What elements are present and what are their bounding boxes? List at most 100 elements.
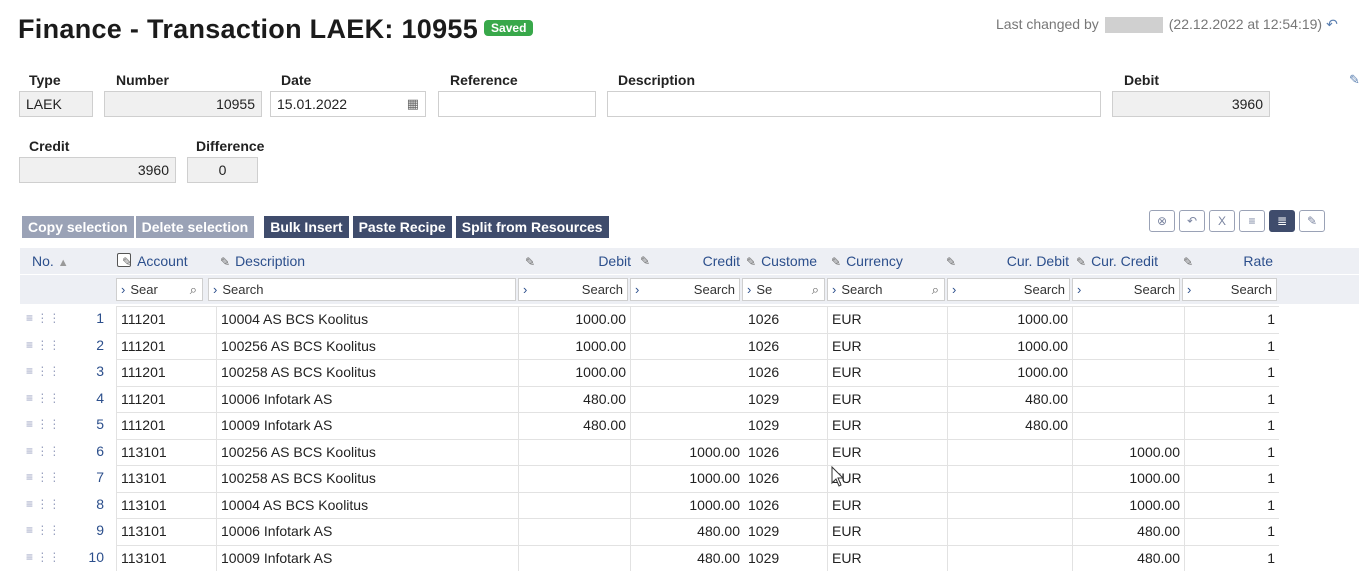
cell-cur-credit[interactable] [1072,412,1184,439]
row-number[interactable]: 7 [78,465,104,490]
cell-cur-credit[interactable]: 1000.00 [1072,491,1184,518]
column-wrench-icon[interactable]: ✎ [122,255,132,269]
row-drag-handle-icon[interactable]: ≡ ⋮⋮ [26,306,60,331]
table-row[interactable]: ≡ ⋮⋮ 3 111201 100258 AS BCS Koolitus 1000.00… [20,359,1359,386]
table-row[interactable]: ≡ ⋮⋮ 5 111201 10009 Infotark AS 480.00 1029 EU… [20,412,1359,439]
cell-description[interactable]: 100256 AS BCS Koolitus [216,332,518,359]
header-cur-debit[interactable]: ✎ Cur. Debit [946,248,1071,274]
cell-cur-debit[interactable]: 1000.00 [947,359,1072,386]
cell-rate[interactable]: 1 [1184,412,1279,439]
cell-credit[interactable]: 1000.00 [630,438,744,465]
cell-rate[interactable]: 1 [1184,544,1279,571]
column-wrench-icon[interactable]: ✎ [946,255,956,269]
cell-description[interactable]: 10004 AS BCS Koolitus [216,306,518,333]
cell-debit[interactable] [518,438,630,465]
cell-credit[interactable]: 1000.00 [630,491,744,518]
description-field[interactable] [607,91,1101,117]
row-drag-handle-icon[interactable]: ≡ ⋮⋮ [26,439,60,464]
cell-description[interactable]: 100256 AS BCS Koolitus [216,438,518,465]
cell-credit[interactable] [630,412,744,439]
cell-debit[interactable] [518,518,630,545]
cell-account[interactable]: 113101 [116,491,216,518]
cell-debit[interactable]: 480.00 [518,385,630,412]
cell-cur-debit[interactable] [947,465,1072,492]
cell-currency[interactable]: EUR [827,385,947,412]
cell-credit[interactable]: 480.00 [630,544,744,571]
cell-debit[interactable] [518,465,630,492]
cell-debit[interactable] [518,544,630,571]
cell-currency[interactable]: EUR [827,465,947,492]
cell-description[interactable]: 100258 AS BCS Koolitus [216,359,518,386]
cell-rate[interactable]: 1 [1184,359,1279,386]
cell-customer[interactable]: 1029 [744,518,827,545]
cell-cur-debit[interactable] [947,544,1072,571]
cell-customer[interactable]: 1029 [744,412,827,439]
cell-account[interactable]: 113101 [116,438,216,465]
cell-cur-debit[interactable]: 480.00 [947,385,1072,412]
customer-search-input[interactable]: › Se ⌕ [742,278,825,301]
cell-customer[interactable]: 1029 [744,544,827,572]
cell-account[interactable]: 113101 [116,518,216,545]
row-drag-handle-icon[interactable]: ≡ ⋮⋮ [26,412,60,437]
list-view-icon[interactable]: ≡ [1239,210,1265,232]
cell-rate[interactable]: 1 [1184,465,1279,492]
cell-customer[interactable]: 1026 [744,491,827,519]
cell-account[interactable]: 111201 [116,306,216,333]
credit-search-input[interactable]: › Search [630,278,740,301]
currency-search-input[interactable]: › Search ⌕ [827,278,945,301]
cell-credit[interactable]: 1000.00 [630,465,744,492]
cell-cur-debit[interactable] [947,438,1072,465]
cell-account[interactable]: 111201 [116,412,216,439]
header-account[interactable]: ✎ Account [122,248,212,274]
grid-settings-icon[interactable]: ✎ [1299,210,1325,232]
cell-description[interactable]: 100258 AS BCS Koolitus [216,465,518,492]
cell-description[interactable]: 10009 Infotark AS [216,412,518,439]
clear-icon[interactable]: ⊗ [1149,210,1175,232]
cell-credit[interactable] [630,359,744,386]
row-drag-handle-icon[interactable]: ≡ ⋮⋮ [26,359,60,384]
column-wrench-icon[interactable]: ✎ [831,255,841,269]
cell-customer[interactable]: 1026 [744,306,827,333]
cell-currency[interactable]: EUR [827,332,947,359]
table-row[interactable]: ≡ ⋮⋮ 10 113101 10009 Infotark AS 480.00 1029 E… [20,544,1359,572]
cell-account[interactable]: 113101 [116,465,216,492]
cell-cur-credit[interactable]: 480.00 [1072,518,1184,545]
table-row[interactable]: ≡ ⋮⋮ 7 113101 100258 AS BCS Koolitus 1000.00… [20,465,1359,492]
cell-credit[interactable] [630,332,744,359]
row-drag-handle-icon[interactable]: ≡ ⋮⋮ [26,333,60,358]
cell-debit[interactable]: 1000.00 [518,332,630,359]
cell-cur-debit[interactable]: 1000.00 [947,332,1072,359]
excel-icon[interactable]: X [1209,210,1235,232]
table-row[interactable]: ≡ ⋮⋮ 8 113101 10004 AS BCS Koolitus 1000.00 1… [20,491,1359,519]
cell-cur-credit[interactable] [1072,359,1184,386]
cell-rate[interactable]: 1 [1184,332,1279,359]
cell-debit[interactable]: 1000.00 [518,306,630,333]
table-row[interactable]: ≡ ⋮⋮ 2 111201 100256 AS BCS Koolitus 1000.00… [20,332,1359,359]
column-wrench-icon[interactable]: ✎ [220,255,230,269]
cell-currency[interactable]: EUR [827,359,947,386]
column-wrench-icon[interactable]: ✎ [746,255,756,269]
cell-credit[interactable]: 480.00 [630,518,744,545]
cell-description[interactable]: 10009 Infotark AS [216,544,518,571]
header-debit[interactable]: ✎ Debit ✎ [525,248,655,274]
description-search-input[interactable]: › Search [208,278,516,301]
row-number[interactable]: 9 [78,518,104,543]
header-customer[interactable]: ✎ Custome [746,248,830,274]
row-drag-handle-icon[interactable]: ≡ ⋮⋮ [26,386,60,411]
cell-currency[interactable]: EUR [827,306,947,333]
table-row[interactable]: ≡ ⋮⋮ 4 111201 10006 Infotark AS 480.00 1029 EU… [20,385,1359,412]
split-from-resources-button[interactable]: Split from Resources [455,216,609,238]
cell-account[interactable]: 111201 [116,359,216,386]
cell-cur-credit[interactable] [1072,332,1184,359]
rate-search-input[interactable]: › Search [1182,278,1277,301]
column-wrench-icon[interactable]: ✎ [1076,255,1086,269]
cell-cur-debit[interactable] [947,518,1072,545]
header-rate[interactable]: ✎ Rate [1183,248,1273,274]
row-number[interactable]: 6 [78,439,104,464]
reference-field[interactable] [438,91,596,117]
row-drag-handle-icon[interactable]: ≡ ⋮⋮ [26,492,60,517]
cell-account[interactable]: 111201 [116,332,216,359]
row-drag-handle-icon[interactable]: ≡ ⋮⋮ [26,545,60,570]
cell-cur-credit[interactable] [1072,385,1184,412]
date-field[interactable]: 15.01.2022 ▦ [270,91,426,117]
